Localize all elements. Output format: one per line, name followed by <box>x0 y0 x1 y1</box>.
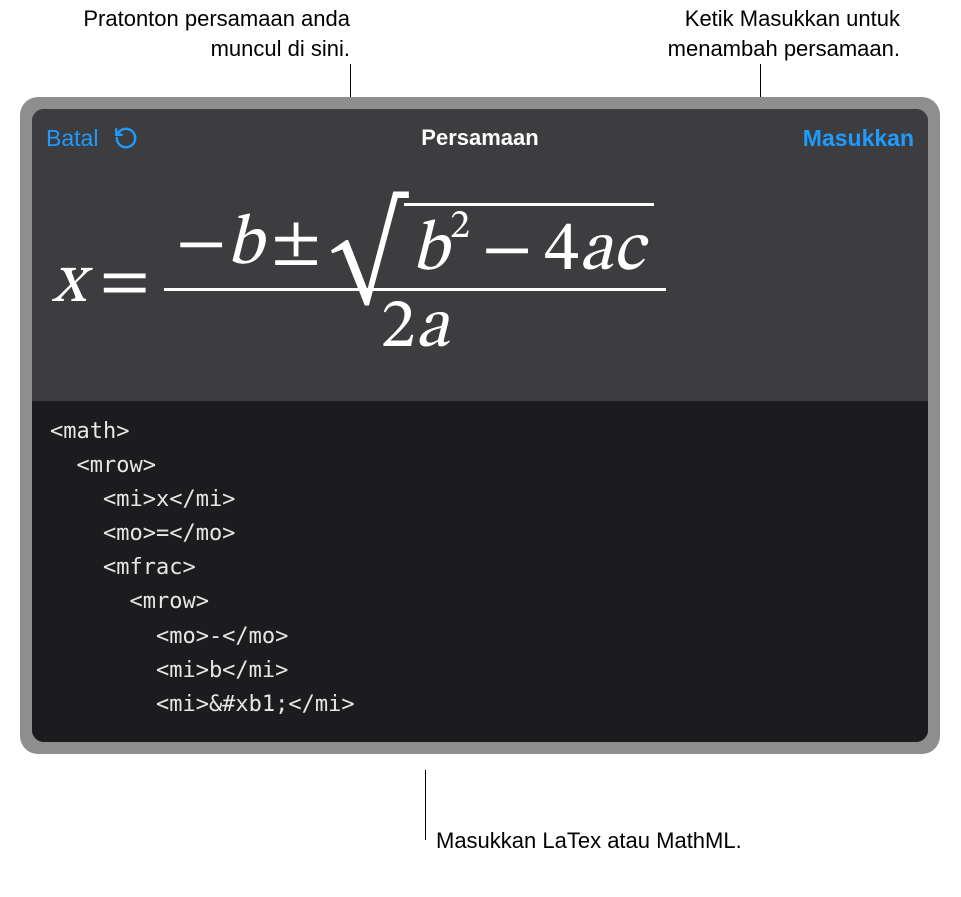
eq-fraction: − b ± √ b 2 − 4 a <box>164 201 666 365</box>
eq-plusminus: ± <box>263 210 329 280</box>
equation-code-input[interactable]: <math> <mrow> <mi>x</mi> <mo>=</mo> <mfr… <box>32 401 928 742</box>
dialog-header: Batal Persamaan Masukkan <box>32 109 928 167</box>
equation-preview: x = − b ± √ b 2 <box>32 167 928 401</box>
eq-rad-exp: 2 <box>450 207 470 247</box>
eq-b: b <box>226 210 263 280</box>
dialog-title: Persamaan <box>32 125 928 151</box>
eq-rad-b: b <box>412 216 449 286</box>
eq-den-a: a <box>415 293 449 363</box>
eq-rad-a: a <box>579 216 613 286</box>
eq-lhs: x <box>52 248 86 318</box>
insert-button[interactable]: Masukkan <box>803 125 914 152</box>
equation-dialog: Batal Persamaan Masukkan x = − <box>32 109 928 742</box>
eq-sqrt: √ b 2 − 4 a c <box>329 203 654 286</box>
callout-line-input <box>425 770 426 840</box>
eq-rad-minus: − <box>470 216 544 286</box>
callout-input: Masukkan LaTex atau MathML. <box>436 826 756 856</box>
eq-minus: − <box>176 210 226 280</box>
radical-symbol: √ <box>329 221 405 304</box>
eq-equals: = <box>86 248 164 318</box>
callout-insert: Ketik Masukkan untuk menambah persamaan. <box>600 4 900 63</box>
undo-icon[interactable] <box>112 124 140 152</box>
equation-dialog-wrap: Batal Persamaan Masukkan x = − <box>20 97 940 754</box>
callout-preview: Pratonton persamaan anda muncul di sini. <box>70 4 350 63</box>
eq-rad-c: c <box>613 216 644 286</box>
cancel-button[interactable]: Batal <box>46 125 98 152</box>
rendered-equation: x = − b ± √ b 2 <box>52 201 666 365</box>
eq-rad-4: 4 <box>544 216 579 286</box>
